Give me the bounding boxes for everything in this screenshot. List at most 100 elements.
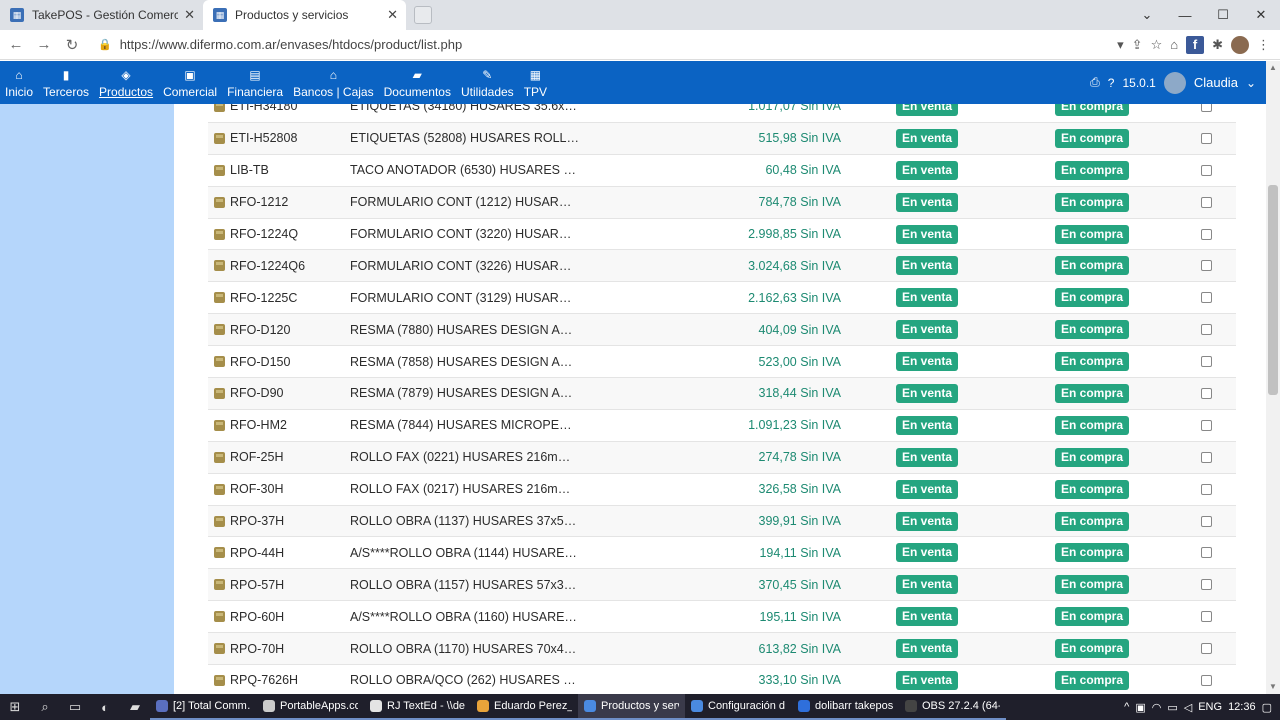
- scroll-up-icon[interactable]: ▲: [1266, 61, 1280, 75]
- windows-start-icon[interactable]: ⊞: [0, 699, 30, 715]
- user-name[interactable]: Claudia: [1194, 75, 1238, 90]
- product-ref-link[interactable]: RPO-44H: [214, 546, 284, 560]
- product-ref-link[interactable]: RFO-HM2: [214, 418, 287, 432]
- menu-item-utilidades[interactable]: ✎ Utilidades: [456, 61, 519, 104]
- row-select-checkbox[interactable]: [1201, 164, 1212, 176]
- browser-tab-takepos[interactable]: ▦ TakePOS - Gestión Comercial ✕: [0, 0, 203, 30]
- wifi-icon[interactable]: ◠: [1152, 701, 1162, 714]
- search-icon[interactable]: ⌕: [30, 699, 60, 715]
- row-select-checkbox[interactable]: [1201, 356, 1212, 368]
- row-select-checkbox[interactable]: [1201, 324, 1212, 336]
- menu-item-productos[interactable]: ◈ Productos: [94, 61, 158, 104]
- new-tab-button[interactable]: [414, 6, 432, 24]
- help-icon[interactable]: ?: [1108, 76, 1115, 90]
- browser-tab-productos[interactable]: ▦ Productos y servicios ✕: [203, 0, 406, 30]
- row-select-checkbox[interactable]: [1201, 196, 1212, 208]
- product-ref-link[interactable]: ROF-30H: [214, 482, 283, 496]
- profile-avatar[interactable]: [1231, 35, 1249, 54]
- language-indicator[interactable]: ENG: [1198, 701, 1222, 713]
- url-field[interactable]: https://www.difermo.com.ar/envases/htdoc…: [120, 37, 1117, 52]
- row-select-checkbox[interactable]: [1201, 643, 1212, 655]
- product-ref-link[interactable]: RFO-D90: [214, 386, 283, 400]
- extensions-icon[interactable]: ✱: [1212, 37, 1223, 53]
- taskbar-app-button[interactable]: Configuración d…: [685, 694, 792, 720]
- edge-icon[interactable]: ◐: [90, 700, 120, 715]
- scroll-down-icon[interactable]: ▼: [1266, 680, 1280, 694]
- row-select-checkbox[interactable]: [1201, 547, 1212, 559]
- row-select-checkbox[interactable]: [1201, 611, 1212, 623]
- product-ref-link[interactable]: RFO-1224Q: [214, 227, 298, 241]
- row-select-checkbox[interactable]: [1201, 674, 1212, 686]
- product-ref-link[interactable]: RFO-1225C: [214, 291, 297, 305]
- row-select-checkbox[interactable]: [1201, 515, 1212, 527]
- row-select-checkbox[interactable]: [1201, 579, 1212, 591]
- menu-item-comercial[interactable]: ▣ Comercial: [158, 61, 222, 104]
- chevron-up-icon[interactable]: ^: [1124, 701, 1129, 713]
- menu-item-financiera[interactable]: ▤ Financiera: [222, 61, 288, 104]
- product-ref-link[interactable]: RPO-37H: [214, 514, 284, 528]
- menu-item-tpv[interactable]: ▦ TPV: [519, 61, 552, 104]
- product-ref-link[interactable]: ETI-H34180: [214, 104, 297, 113]
- close-icon[interactable]: ✕: [387, 7, 398, 23]
- user-avatar[interactable]: [1163, 71, 1186, 94]
- taskbar-app-button[interactable]: RJ TextEd - \\del…: [364, 694, 471, 720]
- facebook-extension-icon[interactable]: f: [1186, 35, 1205, 54]
- task-view-icon[interactable]: ▭: [60, 699, 90, 715]
- taskbar-app-button[interactable]: Productos y serv…: [578, 694, 685, 720]
- forward-arrow-icon[interactable]: →: [32, 36, 56, 53]
- notifications-icon[interactable]: ▢: [1262, 701, 1272, 714]
- volume-icon[interactable]: ◁: [1184, 701, 1192, 714]
- clock[interactable]: 12:36: [1228, 701, 1256, 713]
- product-ref-link[interactable]: RPO-70H: [214, 642, 284, 656]
- menu-icon[interactable]: ⋮: [1257, 37, 1270, 53]
- product-ref-link[interactable]: RPO-60H: [214, 610, 284, 624]
- product-ref-link[interactable]: LIB-TB: [214, 163, 269, 177]
- maximize-icon[interactable]: ☐: [1204, 7, 1242, 23]
- taskbar-app-button[interactable]: dolibarr takepos…: [792, 694, 899, 720]
- product-ref-link[interactable]: RFO-1212: [214, 195, 288, 209]
- chevron-down-icon[interactable]: ⌄: [1246, 76, 1256, 90]
- row-select-checkbox[interactable]: [1201, 228, 1212, 240]
- row-select-checkbox[interactable]: [1201, 483, 1212, 495]
- menu-item-terceros[interactable]: ▮ Terceros: [38, 61, 94, 104]
- back-arrow-icon[interactable]: ←: [4, 36, 28, 53]
- product-ref-link[interactable]: RFO-1224Q6: [214, 259, 305, 273]
- file-explorer-icon[interactable]: ▰: [120, 699, 150, 715]
- row-select-checkbox[interactable]: [1201, 292, 1212, 304]
- taskbar-app-button[interactable]: PortableApps.co…: [257, 694, 364, 720]
- menu-item-bancos-cajas[interactable]: ⌂ Bancos | Cajas: [288, 61, 379, 104]
- product-ref-link[interactable]: RFO-D120: [214, 323, 290, 337]
- menu-item-inicio[interactable]: ⌂ Inicio: [0, 61, 38, 104]
- product-ref-link[interactable]: ETI-H52808: [214, 131, 297, 145]
- tray-app-icon[interactable]: ▣: [1135, 701, 1145, 714]
- row-select-checkbox[interactable]: [1201, 451, 1212, 463]
- row-select-checkbox[interactable]: [1201, 260, 1212, 272]
- minimize-icon[interactable]: —: [1166, 8, 1204, 23]
- product-ref-link[interactable]: ROF-25H: [214, 450, 283, 464]
- dropdown-icon[interactable]: ▾: [1117, 37, 1124, 53]
- tab-search-icon[interactable]: ⌄: [1128, 7, 1166, 23]
- product-ref-link[interactable]: RFO-D150: [214, 355, 290, 369]
- home-icon[interactable]: ⌂: [1170, 37, 1178, 52]
- print-icon[interactable]: ⎙: [1090, 75, 1100, 90]
- reload-icon[interactable]: ↻: [60, 36, 84, 54]
- row-select-checkbox[interactable]: [1201, 104, 1212, 112]
- product-ref-link[interactable]: RPQ-7626H: [214, 673, 298, 687]
- row-select-checkbox[interactable]: [1201, 419, 1212, 431]
- menu-item-documentos[interactable]: ▰ Documentos: [379, 61, 456, 104]
- page-scrollbar[interactable]: ▲ ▼: [1266, 61, 1280, 694]
- row-select-checkbox[interactable]: [1201, 387, 1212, 399]
- product-ref-link[interactable]: RPO-57H: [214, 578, 284, 592]
- close-window-icon[interactable]: ✕: [1242, 7, 1280, 23]
- taskbar-app-button[interactable]: Eduardo Perez_2…: [471, 694, 578, 720]
- bookmark-star-icon[interactable]: ☆: [1151, 37, 1163, 53]
- share-icon[interactable]: ⇪: [1132, 37, 1143, 53]
- row-select-checkbox[interactable]: [1201, 132, 1212, 144]
- scroll-thumb[interactable]: [1268, 185, 1278, 395]
- taskbar-app-button[interactable]: OBS 27.2.4 (64-…: [899, 694, 1006, 720]
- lock-icon[interactable]: 🔒: [98, 38, 112, 51]
- close-icon[interactable]: ✕: [184, 7, 195, 23]
- product-box-icon: [214, 164, 225, 176]
- taskbar-app-button[interactable]: [2] Total Comm…: [150, 694, 257, 720]
- battery-icon[interactable]: ▭: [1167, 701, 1177, 714]
